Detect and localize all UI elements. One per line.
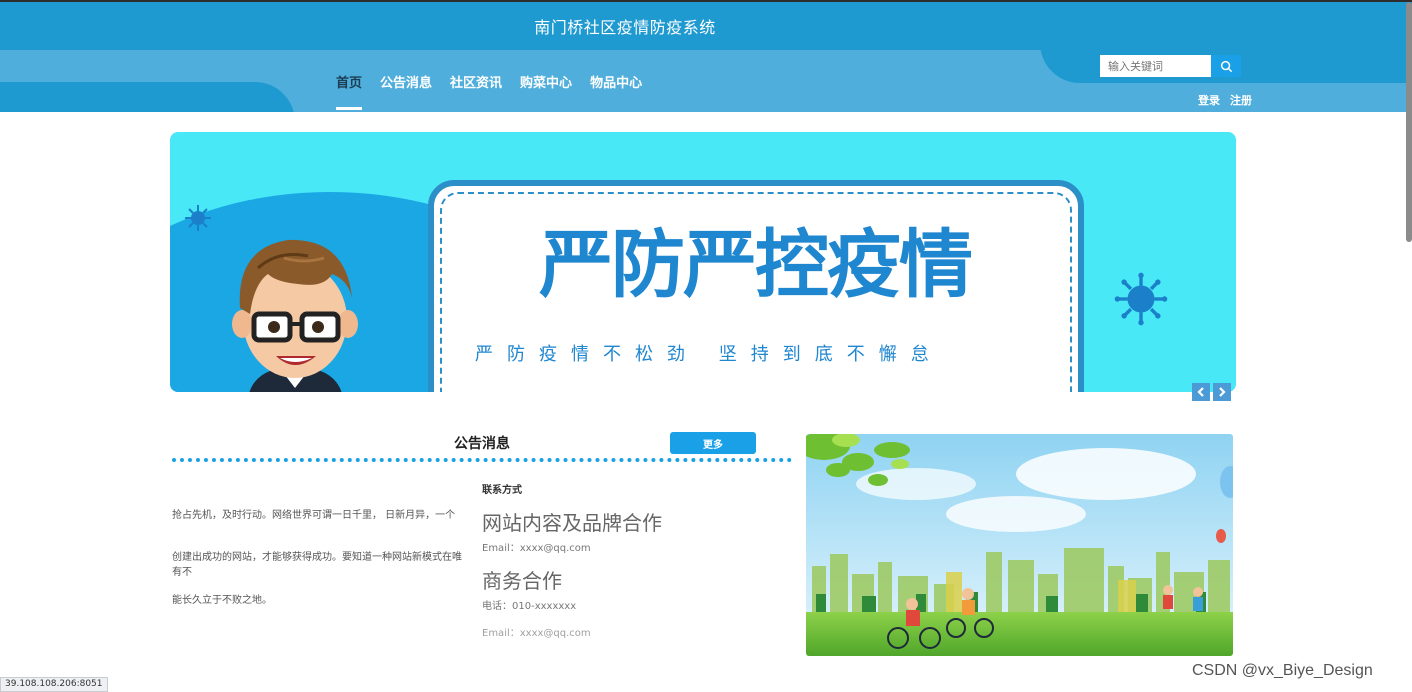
main-nav: 首页 公告消息 社区资讯 购菜中心 物品中心 [336, 72, 642, 110]
banner-subslogan: 严防疫情不松劲 坚持到底不懈怠 [475, 344, 943, 365]
banner-arrows [1192, 383, 1231, 401]
nav-item-community-news[interactable]: 社区资讯 [450, 72, 502, 101]
chevron-left-icon [1197, 387, 1204, 397]
watermark-text: CSDN @vx_Biye_Design [1192, 662, 1373, 679]
chevron-right-icon [1219, 387, 1226, 397]
banner-prev-button[interactable] [1192, 383, 1210, 401]
page-scrollbar[interactable] [1406, 2, 1412, 242]
notice-paragraph: 抢占先机，及时行动。网络世界可谓一日千里， 日新月异，一个 [172, 510, 456, 521]
notice-paragraph: 能长久立于不败之地。 [172, 595, 272, 606]
scenery-image [806, 434, 1233, 656]
top-bar: 南门桥社区疫情防疫系统 [0, 0, 1412, 50]
banner-next-button[interactable] [1213, 383, 1231, 401]
park-illustration [806, 434, 1233, 656]
register-link[interactable]: 注册 [1230, 92, 1252, 108]
section-divider [172, 458, 792, 462]
banner-slogan: 严防严控疫情 [539, 222, 973, 308]
contact-title: 网站内容及品牌合作 [482, 511, 662, 535]
contact-title: 商务合作 [482, 569, 562, 593]
nav-item-notices[interactable]: 公告消息 [380, 72, 432, 101]
virus-icon [185, 205, 211, 231]
search-input[interactable] [1100, 55, 1211, 77]
contact-heading: 联系方式 [482, 485, 522, 496]
notice-paragraph: 创建出成功的网站，才能够获得成功。要知道一种网站新模式在唯有不 [172, 552, 462, 578]
notice-section-title: 公告消息 [454, 436, 510, 452]
site-title: 南门桥社区疫情防疫系统 [534, 18, 716, 37]
virus-icon [1114, 272, 1168, 326]
nav-item-goods-center[interactable]: 物品中心 [590, 72, 642, 101]
nav-item-grocery-center[interactable]: 购菜中心 [520, 72, 572, 101]
nav-item-home[interactable]: 首页 [336, 72, 363, 110]
nav-wave-left [0, 82, 295, 112]
login-link[interactable]: 登录 [1198, 92, 1220, 108]
banner-carousel[interactable]: 严防严控疫情 严防疫情不松劲 坚持到底不懈怠 [170, 132, 1236, 392]
contact-email: Email：xxxx@qq.com [482, 628, 591, 639]
cartoon-character-image [232, 239, 358, 392]
search-box [1100, 55, 1241, 77]
auth-links: 登录 注册 [1198, 92, 1252, 108]
search-icon [1220, 60, 1232, 72]
status-bar-url: 39.108.108.206:8051 [0, 677, 108, 692]
contact-phone: 电话：010-xxxxxxx [482, 601, 577, 612]
more-button[interactable]: 更多 [670, 432, 756, 454]
contact-email: Email：xxxx@qq.com [482, 543, 591, 554]
search-button[interactable] [1211, 55, 1241, 77]
